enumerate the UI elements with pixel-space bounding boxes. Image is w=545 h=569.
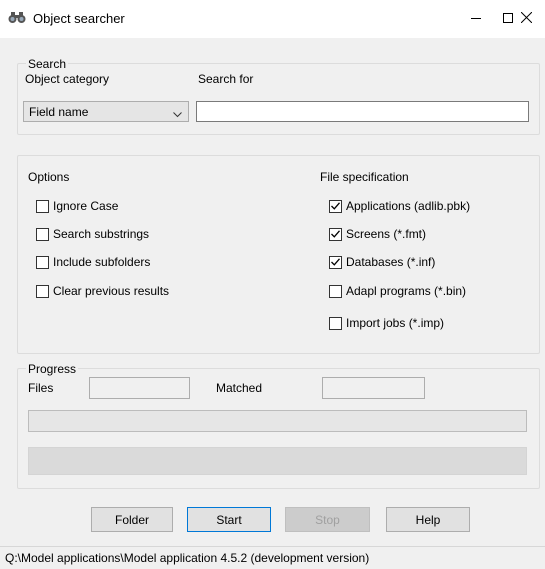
object-category-select[interactable]: Field name xyxy=(23,101,189,122)
checkmark-icon xyxy=(331,202,340,210)
chevron-down-icon xyxy=(173,107,182,121)
checkbox-box xyxy=(329,316,342,330)
files-label: Files xyxy=(28,381,54,395)
search-for-input[interactable] xyxy=(196,101,529,122)
checkbox-box xyxy=(329,199,342,213)
checkbox-box xyxy=(36,227,49,241)
close-button[interactable] xyxy=(508,0,545,38)
checkbox-label: Clear previous results xyxy=(53,284,170,298)
help-button[interactable]: Help xyxy=(386,507,470,532)
options-label: Options xyxy=(28,170,70,184)
checkbox-box xyxy=(329,255,342,269)
progress-bar-current xyxy=(28,447,527,475)
databases-checkbox[interactable]: Databases (*.inf) xyxy=(329,254,435,270)
import-jobs-checkbox[interactable]: Import jobs (*.imp) xyxy=(329,315,444,331)
status-bar: Q:\Model applications\Model application … xyxy=(0,546,545,569)
clear-previous-results-checkbox[interactable]: Clear previous results xyxy=(36,283,169,299)
search-for-label: Search for xyxy=(198,72,254,86)
search-legend: Search xyxy=(26,57,69,71)
ignore-case-checkbox[interactable]: Ignore Case xyxy=(36,198,118,214)
title-bar[interactable]: Object searcher xyxy=(0,0,545,38)
minimize-icon xyxy=(471,12,481,26)
applications-checkbox[interactable]: Applications (adlib.pbk) xyxy=(329,198,470,214)
progress-legend: Progress xyxy=(26,362,79,376)
matched-label: Matched xyxy=(216,381,263,395)
checkbox-label: Ignore Case xyxy=(53,199,119,213)
checkbox-box xyxy=(36,284,49,298)
matched-count-field xyxy=(322,377,425,399)
checkbox-label: Search substrings xyxy=(53,227,150,241)
close-icon xyxy=(520,11,533,26)
start-button[interactable]: Start xyxy=(187,507,271,532)
stop-button[interactable]: Stop xyxy=(285,507,370,532)
object-category-label: Object category xyxy=(25,72,110,86)
checkbox-box xyxy=(36,199,49,213)
screens-checkbox[interactable]: Screens (*.fmt) xyxy=(329,226,426,242)
object-searcher-window: Object searcher Search Object category S… xyxy=(0,0,545,569)
files-count-field xyxy=(89,377,190,399)
file-specification-label: File specification xyxy=(320,170,409,184)
adapl-programs-checkbox[interactable]: Adapl programs (*.bin) xyxy=(329,283,466,299)
binoculars-icon xyxy=(8,10,26,24)
include-subfolders-checkbox[interactable]: Include subfolders xyxy=(36,254,150,270)
checkmark-icon xyxy=(331,258,340,266)
checkbox-label: Databases (*.inf) xyxy=(346,255,436,269)
checkbox-label: Include subfolders xyxy=(53,255,151,269)
checkbox-box xyxy=(36,255,49,269)
checkbox-label: Import jobs (*.imp) xyxy=(346,316,445,330)
window-title: Object searcher xyxy=(33,11,125,26)
status-text: Q:\Model applications\Model application … xyxy=(5,551,370,565)
checkmark-icon xyxy=(331,230,340,238)
checkbox-label: Applications (adlib.pbk) xyxy=(346,199,471,213)
search-substrings-checkbox[interactable]: Search substrings xyxy=(36,226,149,242)
progress-bar-files xyxy=(28,410,527,432)
checkbox-label: Adapl programs (*.bin) xyxy=(346,284,467,298)
checkbox-label: Screens (*.fmt) xyxy=(346,227,427,241)
checkbox-box xyxy=(329,227,342,241)
folder-button[interactable]: Folder xyxy=(91,507,173,532)
object-category-value: Field name xyxy=(29,105,89,119)
checkbox-box xyxy=(329,284,342,298)
